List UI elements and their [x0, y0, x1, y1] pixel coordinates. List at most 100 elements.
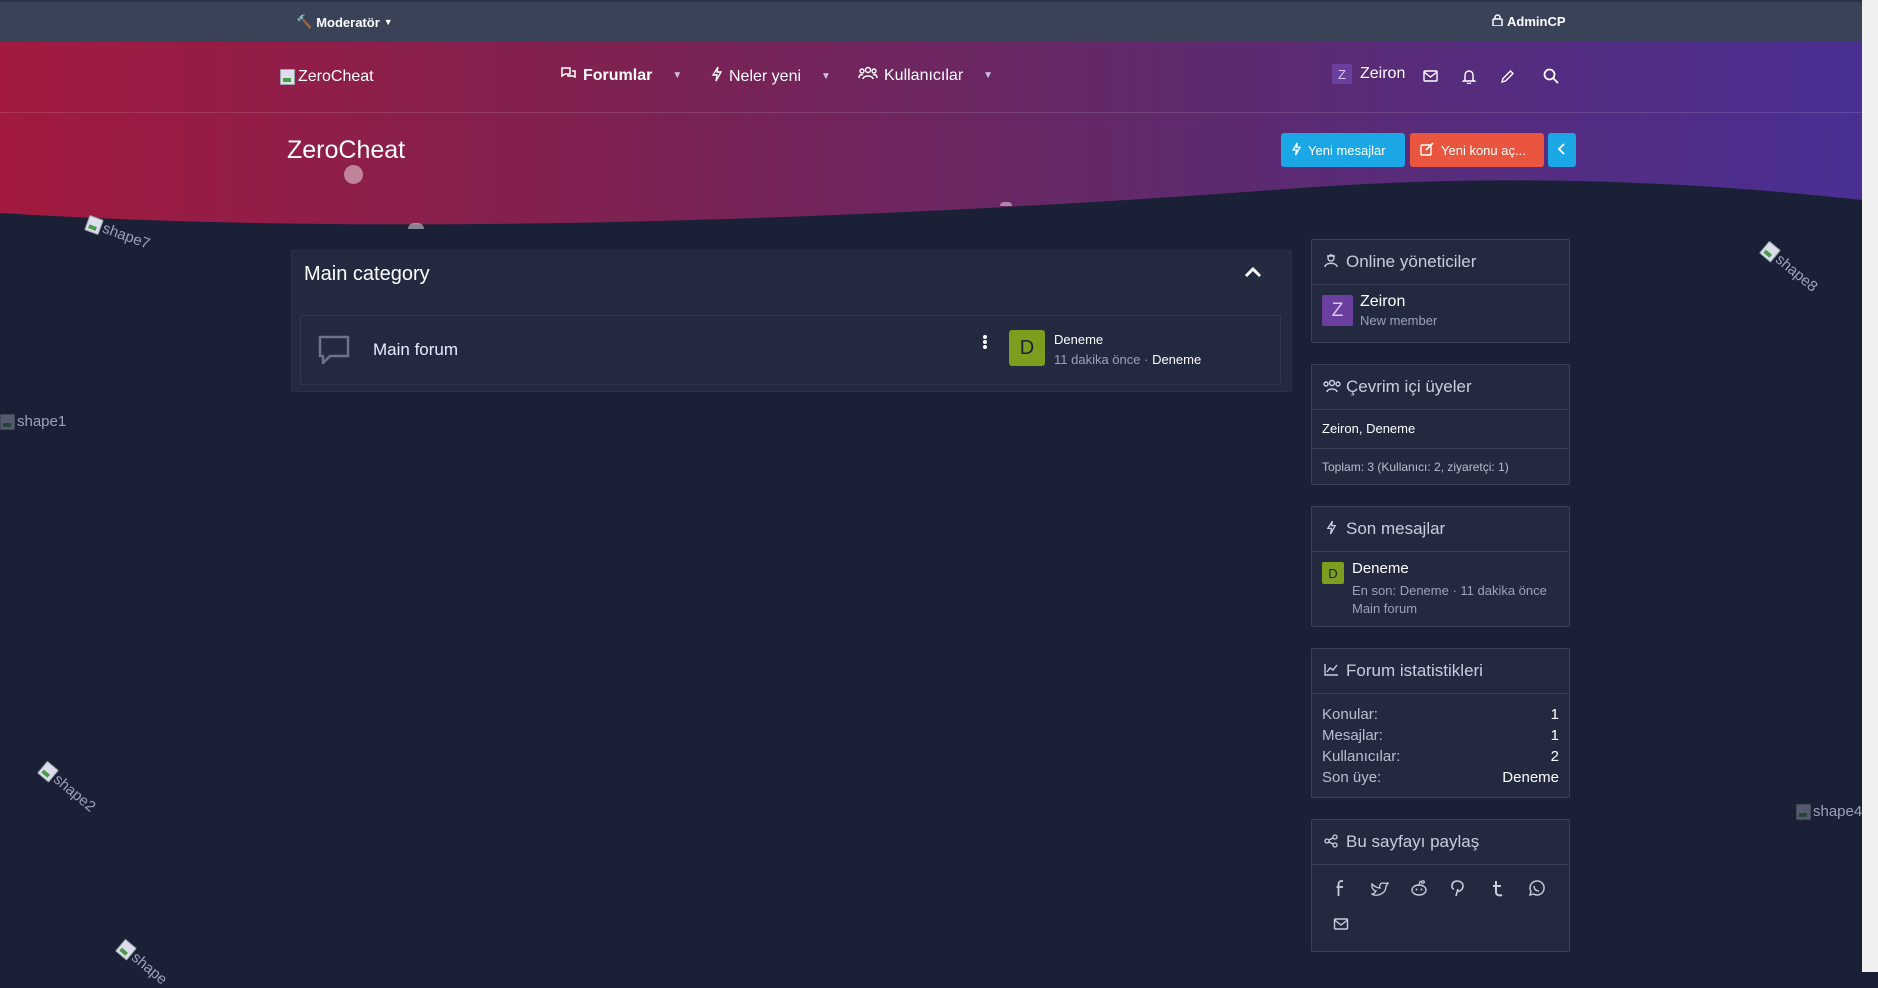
tumblr-icon[interactable]: [1488, 879, 1506, 897]
bolt-icon: [711, 66, 723, 87]
avatar[interactable]: D: [1322, 562, 1344, 584]
online-members-widget: Çevrim içi üyeler Zeiron, Deneme Toplam:…: [1311, 364, 1570, 485]
stat-row: Son üye: Deneme: [1312, 767, 1569, 788]
stat-value: 1: [1550, 727, 1559, 744]
broken-image-icon: [1796, 803, 1811, 820]
whatsapp-icon[interactable]: [1527, 879, 1545, 897]
broken-image-icon: [280, 69, 295, 85]
chevron-left-icon: [1557, 142, 1566, 158]
facebook-icon[interactable]: [1332, 879, 1350, 897]
pinterest-icon[interactable]: [1449, 879, 1467, 897]
avatar[interactable]: Z: [1322, 295, 1353, 326]
staff-role: New member: [1360, 313, 1438, 328]
admincp-label: AdminCP: [1507, 14, 1566, 29]
latest-posts-header: Son mesajlar: [1312, 507, 1569, 552]
online-members-total: Toplam: 3 (Kullanıcı: 2, ziyaretçi: 1): [1322, 460, 1509, 474]
edit-icon: [1420, 141, 1435, 159]
ellipsis-vertical-icon[interactable]: [982, 334, 988, 355]
new-thread-button[interactable]: Yeni konu aç...: [1410, 133, 1544, 167]
share-buttons: [1312, 865, 1569, 947]
last-post-time[interactable]: 11 dakika önce: [1054, 352, 1141, 367]
latest-post-forum-link[interactable]: Main forum: [1352, 601, 1417, 616]
nav-forums[interactable]: Forumlar ▼: [560, 66, 682, 85]
broken-image-icon: [0, 413, 15, 430]
avatar: Z: [1332, 64, 1352, 84]
category-title[interactable]: Main category: [304, 263, 430, 286]
online-staff-header: Online yöneticiler: [1312, 240, 1569, 285]
stat-label: Kullanıcılar:: [1322, 748, 1401, 765]
twitter-icon[interactable]: [1371, 879, 1389, 897]
decor-circle: [344, 165, 363, 184]
new-thread-label: Yeni konu aç...: [1441, 142, 1526, 158]
online-staff-title: Online yöneticiler: [1346, 252, 1477, 271]
share-header: Bu sayfayı paylaş: [1312, 820, 1569, 865]
decor-shape4: shape4: [1796, 803, 1862, 820]
hero-wave: [0, 180, 1862, 238]
nav-members[interactable]: Kullanıcılar ▼: [858, 66, 993, 85]
gavel-icon: 🔨: [296, 14, 313, 29]
stat-label: Son üye:: [1322, 769, 1382, 786]
decor-shape2: shape2: [37, 760, 99, 816]
admincp-link[interactable]: AdminCP: [1492, 14, 1566, 29]
latest-posts-widget: Son mesajlar D Deneme En son: Deneme · 1…: [1311, 506, 1570, 627]
stat-row: Konular: 1: [1312, 704, 1569, 725]
envelope-icon[interactable]: [1420, 66, 1440, 86]
avatar[interactable]: D: [1009, 330, 1045, 366]
chevron-down-icon[interactable]: ▼: [821, 71, 831, 82]
sidebar-toggle-button[interactable]: [1548, 133, 1576, 167]
forum-stats-title: Forum istatistikleri: [1346, 661, 1483, 680]
last-post-user-link[interactable]: Deneme: [1152, 352, 1201, 367]
latest-post-meta: En son: Deneme · 11 dakika önce: [1352, 583, 1547, 598]
stat-row: Kullanıcılar: 2: [1312, 746, 1569, 767]
online-staff-widget: Online yöneticiler Z Zeiron New member: [1311, 239, 1570, 343]
caret-down-icon: ▼: [383, 17, 393, 27]
last-post-title-link[interactable]: Deneme: [1054, 332, 1103, 347]
users-icon: [858, 66, 878, 85]
reddit-icon[interactable]: [1410, 879, 1428, 897]
logo-alt-text: ZeroCheat: [298, 68, 374, 85]
stat-value-link[interactable]: Deneme: [1502, 769, 1559, 786]
decor-circle: [1000, 202, 1012, 206]
latest-posts-title: Son mesajlar: [1346, 519, 1446, 538]
chart-line-icon: [1322, 663, 1340, 679]
chevron-up-icon[interactable]: [1244, 265, 1262, 283]
forum-stats-widget: Forum istatistikleri Konular: 1 Mesajlar:…: [1311, 648, 1570, 798]
email-share-icon[interactable]: [1332, 915, 1350, 933]
bolt-icon: [1291, 142, 1302, 159]
new-posts-button[interactable]: Yeni mesajlar: [1281, 133, 1405, 167]
stat-label: Mesajlar:: [1322, 727, 1383, 744]
nav-whats-new[interactable]: Neler yeni ▼: [711, 66, 831, 87]
latest-post-title-link[interactable]: Deneme: [1352, 560, 1409, 577]
bell-icon[interactable]: [1459, 66, 1479, 86]
stat-label: Konular:: [1322, 706, 1378, 723]
moderator-label: Moderatör: [316, 14, 380, 30]
chevron-down-icon[interactable]: ▼: [983, 70, 993, 81]
stats-list: Konular: 1 Mesajlar: 1 Kullanıcılar: 2 Son …: [1312, 694, 1569, 788]
forum-chat-icon: [317, 334, 351, 371]
new-posts-label: Yeni mesajlar: [1308, 142, 1386, 158]
forum-row: Main forum D Deneme 11 dakika önce · Den…: [300, 315, 1281, 385]
forum-name-link[interactable]: Main forum: [373, 340, 458, 360]
page-scrollbar[interactable]: [1862, 0, 1878, 972]
share-icon: [1322, 833, 1340, 851]
decor-circle: [408, 223, 424, 229]
users-icon: [1322, 379, 1341, 396]
staff-name-link[interactable]: Zeiron: [1360, 293, 1405, 311]
nav-forums-label: Forumlar: [583, 66, 653, 84]
user-menu[interactable]: Z Zeiron: [1332, 64, 1405, 84]
forum-stats-header: Forum istatistikleri: [1312, 649, 1569, 694]
pencil-icon[interactable]: [1497, 66, 1517, 86]
share-widget: Bu sayfayı paylaş: [1311, 819, 1570, 952]
moderator-menu[interactable]: 🔨 Moderatör ▼: [296, 14, 393, 30]
site-logo[interactable]: ZeroCheat: [280, 68, 374, 86]
stat-value: 1: [1550, 706, 1559, 723]
last-post-meta: 11 dakika önce · Deneme: [1054, 352, 1202, 367]
chevron-down-icon[interactable]: ▼: [672, 70, 682, 81]
page-title: ZeroCheat: [287, 136, 406, 164]
online-members-list[interactable]: Zeiron, Deneme: [1312, 410, 1569, 449]
search-icon[interactable]: [1541, 66, 1561, 86]
category-block: Main category Main forum D Deneme 11 dak…: [291, 250, 1292, 392]
nav-members-label: Kullanıcılar: [884, 66, 964, 84]
stat-row: Mesajlar: 1: [1312, 725, 1569, 746]
user-name: Zeiron: [1360, 65, 1406, 82]
